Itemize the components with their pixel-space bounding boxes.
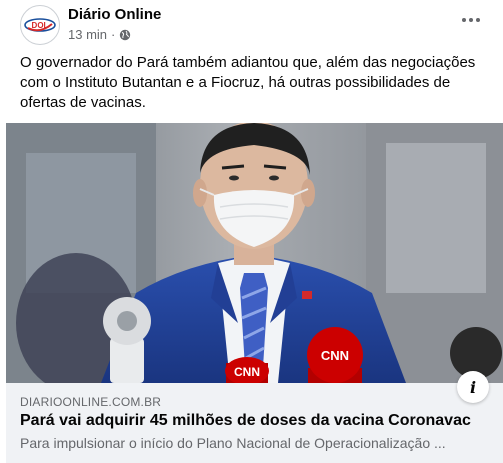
dol-logo-icon: DOL [22, 7, 58, 43]
post-text: O governador do Pará também adiantou que… [20, 54, 476, 111]
more-dot-icon [476, 18, 480, 22]
governor-photo: CNN CNN [6, 123, 503, 383]
more-dot-icon [469, 18, 473, 22]
link-preview-card[interactable]: i DIARIOONLINE.COM.BR Pará vai adquirir … [6, 371, 503, 463]
post-meta: 13 min · [68, 27, 131, 42]
feed-post: DOL Diário Online 13 min · O governador … [0, 0, 503, 463]
avatar-text: DOL [32, 21, 49, 30]
page-avatar[interactable]: DOL [20, 5, 60, 45]
cnn-logo-1: CNN [234, 365, 260, 379]
page-name-link[interactable]: Diário Online [68, 6, 161, 23]
link-preview-image[interactable]: CNN CNN [6, 123, 503, 383]
globe-icon[interactable] [119, 29, 131, 41]
post-timestamp[interactable]: 13 min [68, 27, 107, 42]
info-button[interactable]: i [457, 371, 489, 403]
info-icon: i [469, 377, 477, 397]
link-domain: DIARIOONLINE.COM.BR [20, 395, 162, 409]
more-options-button[interactable] [459, 10, 483, 30]
link-description: Para impulsionar o início do Plano Nacio… [20, 435, 446, 451]
meta-separator: · [111, 27, 116, 42]
cnn-logo-2: CNN [321, 348, 349, 363]
link-title[interactable]: Pará vai adquirir 45 milhões de doses da… [20, 412, 471, 430]
more-dot-icon [462, 18, 466, 22]
